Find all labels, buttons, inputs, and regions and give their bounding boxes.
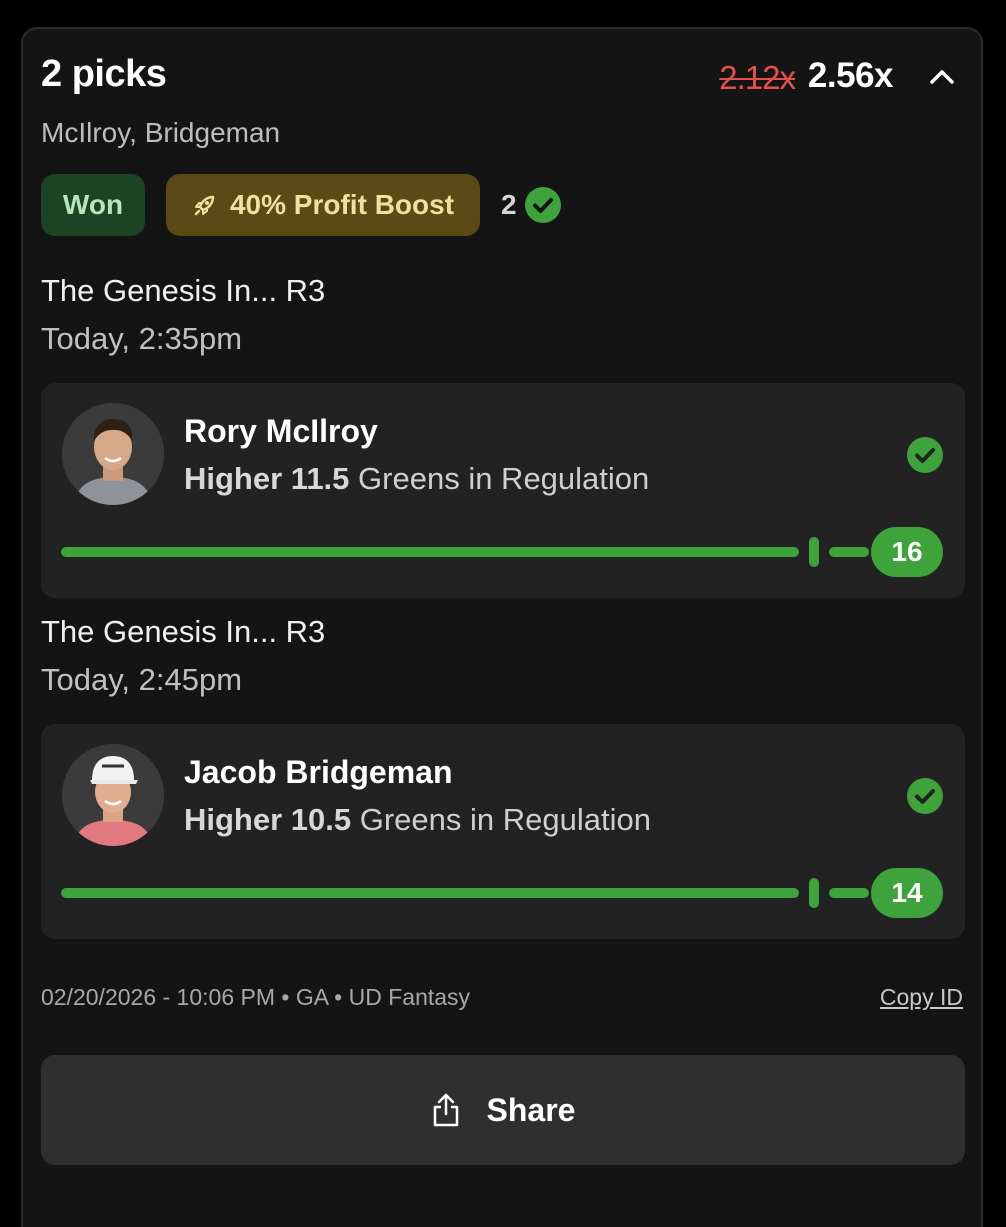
- pick-2-time: Today, 2:45pm: [41, 662, 243, 697]
- share-icon: [433, 1093, 458, 1127]
- share-label: Share: [486, 1091, 576, 1128]
- progress-bar-overflow: [829, 547, 869, 557]
- check-circle-icon: [524, 187, 561, 223]
- profit-boost-label: 40% Profit Boost: [229, 189, 455, 220]
- old-multiplier: 2.12x: [719, 59, 796, 96]
- pick-2-game: The Genesis In... R3: [41, 614, 326, 649]
- share-button[interactable]: Share: [41, 1055, 965, 1165]
- player-headshot: [62, 403, 164, 505]
- result-value: 16: [871, 527, 943, 577]
- pick-card-mcilroy[interactable]: Rory McIlroy Higher 11.5 Greens in Regul…: [41, 383, 965, 598]
- player-headshot: [62, 744, 164, 846]
- check-circle-icon: [907, 778, 943, 814]
- pick-line-value: Higher 10.5: [184, 802, 352, 837]
- pick-stat: Greens in Regulation: [358, 461, 650, 496]
- chevron-up-icon: [930, 70, 954, 84]
- collapse-button[interactable]: [928, 63, 956, 91]
- pick-line: Higher 10.5 Greens in Regulation: [184, 802, 651, 838]
- pick-card-bridgeman[interactable]: Jacob Bridgeman Higher 10.5 Greens in Re…: [41, 724, 965, 939]
- profit-boost-badge: 40% Profit Boost: [166, 174, 480, 236]
- correct-picks-count: 2: [501, 187, 561, 223]
- pick-line-value: Higher 11.5: [184, 461, 350, 496]
- progress-bar: [61, 547, 799, 557]
- player-name: Rory McIlroy: [184, 413, 378, 449]
- pick-stat: Greens in Regulation: [359, 802, 651, 837]
- entry-card: 2 picks 2.12x 2.56x McIlroy, Bridgeman W…: [21, 27, 983, 1227]
- progress-bar: [61, 888, 799, 898]
- boosted-multiplier: 2.56x: [807, 56, 894, 95]
- result-value: 14: [871, 868, 943, 918]
- player-avatar: [62, 403, 164, 505]
- players-summary: McIlroy, Bridgeman: [41, 117, 281, 148]
- entry-title: 2 picks: [41, 53, 167, 95]
- line-marker: [809, 878, 819, 908]
- correct-count-number: 2: [501, 189, 517, 220]
- pick-1-game: The Genesis In... R3: [41, 273, 326, 308]
- player-avatar: [62, 744, 164, 846]
- copy-id-link[interactable]: Copy ID: [880, 984, 963, 1011]
- check-circle-icon: [907, 437, 943, 473]
- pick-line: Higher 11.5 Greens in Regulation: [184, 461, 649, 497]
- status-badge: Won: [41, 174, 145, 236]
- pick-1-time: Today, 2:35pm: [41, 321, 243, 356]
- line-marker: [809, 537, 819, 567]
- progress-bar-overflow: [829, 888, 869, 898]
- entry-meta: 02/20/2026 - 10:06 PM • GA • UD Fantasy: [41, 984, 471, 1010]
- player-name: Jacob Bridgeman: [184, 754, 453, 790]
- rocket-icon: [194, 195, 215, 216]
